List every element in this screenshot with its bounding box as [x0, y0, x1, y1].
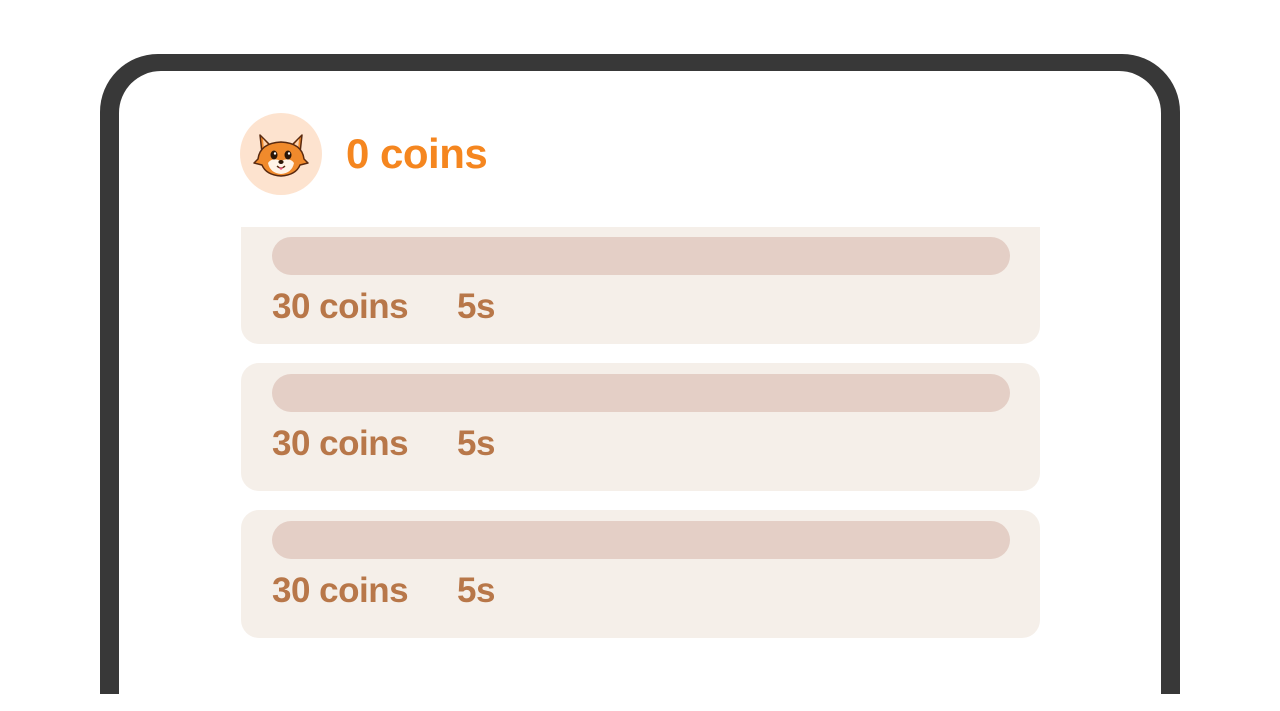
offer-meta: 30 coins 5s: [272, 571, 1009, 611]
offer-card[interactable]: 30 coins 5s: [241, 227, 1040, 344]
app-screen: 0 coins 30 coins 5s 30 coins 5s 30 coins…: [119, 71, 1161, 711]
fox-mascot-icon: [253, 134, 309, 177]
offer-reward: 30 coins: [272, 571, 409, 610]
offer-meta: 30 coins 5s: [272, 424, 1009, 464]
device-frame: 0 coins 30 coins 5s 30 coins 5s 30 coins…: [100, 54, 1180, 711]
offer-list: 30 coins 5s 30 coins 5s 30 coins 5s: [241, 227, 1040, 657]
progress-bar: [272, 237, 1010, 275]
offer-duration: 5s: [457, 424, 495, 463]
offer-meta: 30 coins 5s: [272, 287, 1009, 327]
offer-duration: 5s: [457, 287, 495, 326]
wallet-header: 0 coins: [240, 113, 488, 195]
offer-duration: 5s: [457, 571, 495, 610]
offer-reward: 30 coins: [272, 424, 409, 463]
offer-card[interactable]: 30 coins 5s: [241, 510, 1040, 638]
progress-bar: [272, 521, 1010, 559]
avatar: [240, 113, 322, 195]
coin-balance: 0 coins: [346, 130, 488, 177]
progress-bar: [272, 374, 1010, 412]
offer-card[interactable]: 30 coins 5s: [241, 363, 1040, 491]
offer-reward: 30 coins: [272, 287, 409, 326]
